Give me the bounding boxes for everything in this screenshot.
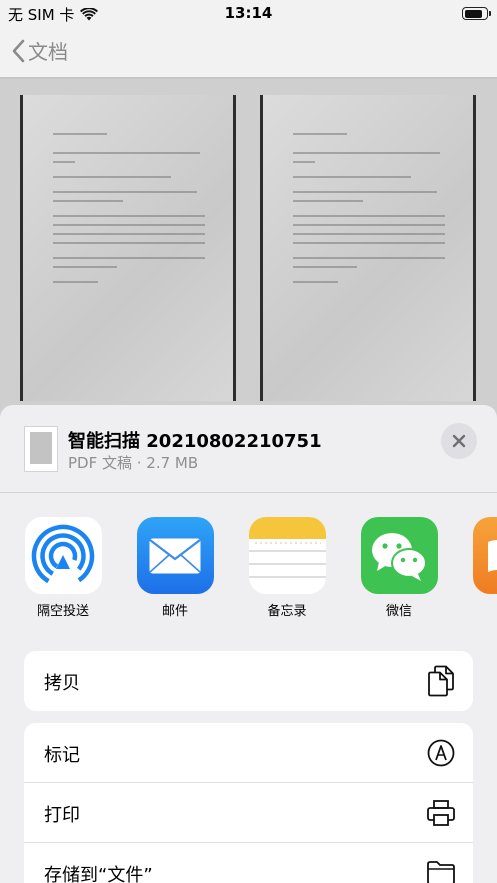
back-label: 文档: [28, 40, 68, 64]
action-save-to-files[interactable]: 存储到“文件”: [24, 843, 473, 883]
notes-icon: [248, 517, 326, 594]
share-app-label: 隔空投送: [36, 604, 89, 619]
app-share-row: 隔空投送 邮件 备忘录 微信: [0, 517, 497, 627]
action-label: 存储到“文件”: [44, 865, 153, 883]
action-copy[interactable]: 拷贝: [24, 651, 473, 711]
print-icon: [425, 797, 457, 829]
page-thumbnail[interactable]: [260, 95, 476, 401]
action-label: 标记: [44, 745, 80, 766]
share-app-airdrop[interactable]: 隔空投送: [17, 517, 109, 619]
chevron-left-icon: [12, 39, 25, 62]
share-app-label: 微信: [385, 604, 412, 619]
share-sheet: 智能扫描 20210802210751 PDF 文稿 · 2.7 MB 隔空投送: [0, 405, 497, 883]
books-icon: [472, 517, 497, 594]
status-bar: 无 SIM 卡 13:14: [0, 0, 497, 28]
battery-level: [464, 9, 482, 18]
action-group-more: 标记 打印 存储到“文件”: [24, 723, 473, 883]
share-app-wechat[interactable]: 微信: [353, 517, 445, 619]
mail-icon: [136, 517, 214, 594]
markup-icon: [425, 737, 457, 769]
share-app-label: 邮件: [161, 604, 188, 619]
wechat-icon: [360, 517, 438, 594]
folder-icon: [425, 857, 457, 883]
action-print[interactable]: 打印: [24, 783, 473, 843]
nav-bar: 文档: [0, 28, 497, 78]
copy-icon: [425, 665, 457, 697]
battery-icon: [462, 7, 491, 20]
action-group-copy: 拷贝: [24, 651, 473, 711]
share-sheet-header: 智能扫描 20210802210751 PDF 文稿 · 2.7 MB: [0, 405, 497, 493]
document-thumbnail: [24, 426, 58, 472]
action-markup[interactable]: 标记: [24, 723, 473, 783]
file-name: 智能扫描 20210802210751: [68, 431, 322, 452]
document-pages: [0, 79, 497, 419]
close-button[interactable]: [441, 423, 477, 459]
close-icon: [452, 434, 466, 448]
share-app-mail[interactable]: 邮件: [129, 517, 221, 619]
page-thumbnail[interactable]: [20, 95, 236, 401]
page-text-lines: [23, 95, 233, 283]
action-label: 拷贝: [44, 673, 80, 694]
back-button[interactable]: 文档: [12, 36, 68, 65]
action-label: 打印: [44, 805, 80, 826]
page-text-lines: [263, 95, 473, 283]
clock: 13:14: [224, 4, 273, 22]
share-app-notes[interactable]: 备忘录: [241, 517, 333, 619]
share-app-label: 备忘录: [267, 604, 307, 619]
share-app-books[interactable]: 拷贝: [465, 517, 497, 619]
file-info: PDF 文稿 · 2.7 MB: [68, 454, 199, 472]
share-app-label: 拷贝: [465, 600, 497, 619]
airdrop-icon: [24, 517, 102, 594]
